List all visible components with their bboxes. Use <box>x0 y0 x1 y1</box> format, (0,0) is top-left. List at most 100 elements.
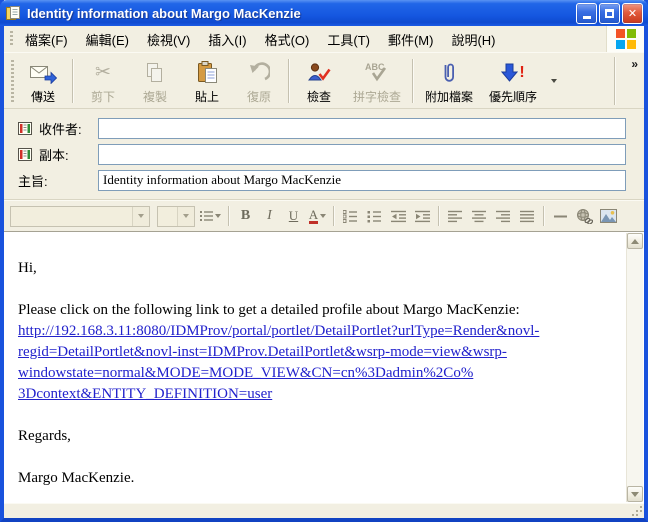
scroll-up-button[interactable] <box>627 233 643 249</box>
message-header-fields: 收件者: 副本: 主旨: <box>4 109 644 200</box>
toolbar-separator <box>228 206 230 226</box>
hyperlink-globe-icon <box>577 208 593 224</box>
scrollbar-track[interactable] <box>627 249 643 486</box>
window-title: Identity information about Margo MacKenz… <box>27 5 301 21</box>
align-justify-icon <box>520 210 534 222</box>
align-justify-button[interactable] <box>516 205 539 227</box>
menu-bar: 檔案(F) 編輯(E) 檢視(V) 插入(I) 格式(O) 工具(T) 郵件(M… <box>4 26 644 52</box>
priority-dropdown-arrow[interactable] <box>547 59 560 103</box>
paperclip-icon <box>441 60 457 86</box>
cc-input[interactable] <box>98 143 626 165</box>
titlebar[interactable]: Identity information about Margo MacKenz… <box>0 0 648 26</box>
chevron-down-icon[interactable] <box>177 206 194 226</box>
chevron-up-icon <box>631 238 639 244</box>
send-mail-icon <box>29 60 57 86</box>
font-name-select[interactable] <box>10 205 150 227</box>
send-button[interactable]: 傳送 <box>17 56 69 106</box>
increase-indent-button[interactable] <box>411 205 434 227</box>
scissors-icon: ✂ <box>95 62 111 83</box>
copy-button[interactable]: 複製 <box>129 56 181 106</box>
insert-picture-button[interactable] <box>597 205 620 227</box>
priority-arrow-icon: ! <box>501 60 525 86</box>
message-body-text: Hi, Please click on the following link t… <box>4 232 644 489</box>
decrease-indent-button[interactable] <box>387 205 410 227</box>
align-right-icon <box>496 210 510 222</box>
insert-hyperlink-button[interactable] <box>573 205 596 227</box>
horizontal-line-icon <box>553 215 567 217</box>
cc-label[interactable]: 副本: <box>18 145 98 164</box>
compose-mail-window: Identity information about Margo MacKenz… <box>0 0 648 522</box>
clipboard-paste-icon <box>197 60 218 86</box>
minimize-button[interactable] <box>576 2 597 24</box>
font-size-select[interactable] <box>157 205 195 227</box>
toolbar-grip[interactable] <box>10 31 13 47</box>
priority-button[interactable]: ! 優先順序 <box>481 56 545 106</box>
menu-item-edit[interactable]: 編輯(E) <box>77 26 138 53</box>
attach-file-button[interactable]: 附加檔案 <box>417 56 481 106</box>
toolbar-separator <box>438 206 440 226</box>
check-names-icon <box>307 60 331 86</box>
menu-item-insert[interactable]: 插入(I) <box>199 26 255 53</box>
paste-button[interactable]: 貼上 <box>181 56 233 106</box>
paragraph-style-button[interactable] <box>196 205 224 227</box>
address-book-icon <box>18 121 32 135</box>
toolbar-separator <box>412 58 415 103</box>
toolbar-separator <box>72 58 74 103</box>
numbered-list-button[interactable] <box>339 205 362 227</box>
formatting-toolbar: B I U A <box>4 200 644 231</box>
decrease-indent-icon <box>390 210 406 222</box>
body-signature: Margo MacKenzie. <box>18 470 135 486</box>
resize-grip[interactable] <box>640 514 642 516</box>
message-body[interactable]: Hi, Please click on the following link t… <box>4 231 644 503</box>
check-names-button[interactable]: 檢查 <box>293 56 345 106</box>
subject-input[interactable] <box>98 169 626 191</box>
status-bar <box>4 503 644 518</box>
undo-button[interactable]: 復原 <box>233 56 285 106</box>
menu-item-format[interactable]: 格式(O) <box>256 26 319 53</box>
underline-button[interactable]: U <box>282 205 305 227</box>
spell-check-icon: ABC <box>364 60 390 86</box>
body-greeting: Hi, <box>18 260 37 276</box>
compose-mail-icon <box>5 5 23 21</box>
menu-item-message[interactable]: 郵件(M) <box>379 26 443 53</box>
subject-row: 主旨: <box>18 169 626 191</box>
body-regards: Regards, <box>18 428 71 444</box>
priority-exclamation: ! <box>519 63 525 81</box>
chevron-down-icon <box>631 491 639 497</box>
close-button[interactable]: ✕ <box>622 2 643 24</box>
cut-button[interactable]: ✂ 剪下 <box>77 56 129 106</box>
profile-link[interactable]: http://192.168.3.11:8080/IDMProv/portal/… <box>18 321 604 405</box>
to-label[interactable]: 收件者: <box>18 119 98 138</box>
align-left-icon <box>448 210 462 222</box>
bold-button[interactable]: B <box>234 205 257 227</box>
menu-item-view[interactable]: 檢視(V) <box>138 26 199 53</box>
subject-label: 主旨: <box>18 173 48 189</box>
windows-logo-icon <box>606 26 644 52</box>
maximize-button[interactable] <box>599 2 620 24</box>
menu-item-help[interactable]: 說明(H) <box>442 26 504 53</box>
toolbar-grip[interactable] <box>11 59 14 102</box>
chevron-down-icon[interactable] <box>132 206 149 226</box>
align-left-button[interactable] <box>444 205 467 227</box>
cc-row: 副本: <box>18 143 626 165</box>
to-input[interactable] <box>98 117 626 139</box>
paragraph-style-icon <box>199 210 213 221</box>
scroll-down-button[interactable] <box>627 486 643 502</box>
italic-button[interactable]: I <box>258 205 281 227</box>
vertical-scrollbar[interactable] <box>626 233 643 502</box>
align-right-button[interactable] <box>492 205 515 227</box>
bulleted-list-button[interactable] <box>363 205 386 227</box>
align-center-button[interactable] <box>468 205 491 227</box>
picture-icon <box>600 209 617 223</box>
font-color-button[interactable]: A <box>306 205 329 227</box>
toolbar-overflow-chevron[interactable]: » <box>631 57 638 71</box>
spelling-button[interactable]: ABC 拼字檢查 <box>345 56 409 106</box>
to-row: 收件者: <box>18 117 626 139</box>
menu-item-file[interactable]: 檔案(F) <box>16 26 77 53</box>
menu-item-tools[interactable]: 工具(T) <box>318 26 379 53</box>
horizontal-line-button[interactable] <box>549 205 572 227</box>
copy-pages-icon <box>145 60 165 86</box>
body-intro: Please click on the following link to ge… <box>18 302 520 318</box>
toolbar-separator <box>614 57 616 105</box>
main-toolbar: 傳送 ✂ 剪下 複製 貼上 復原 檢查 ABC 拼字檢查 附加檔案 ! 優先順序… <box>4 52 644 109</box>
